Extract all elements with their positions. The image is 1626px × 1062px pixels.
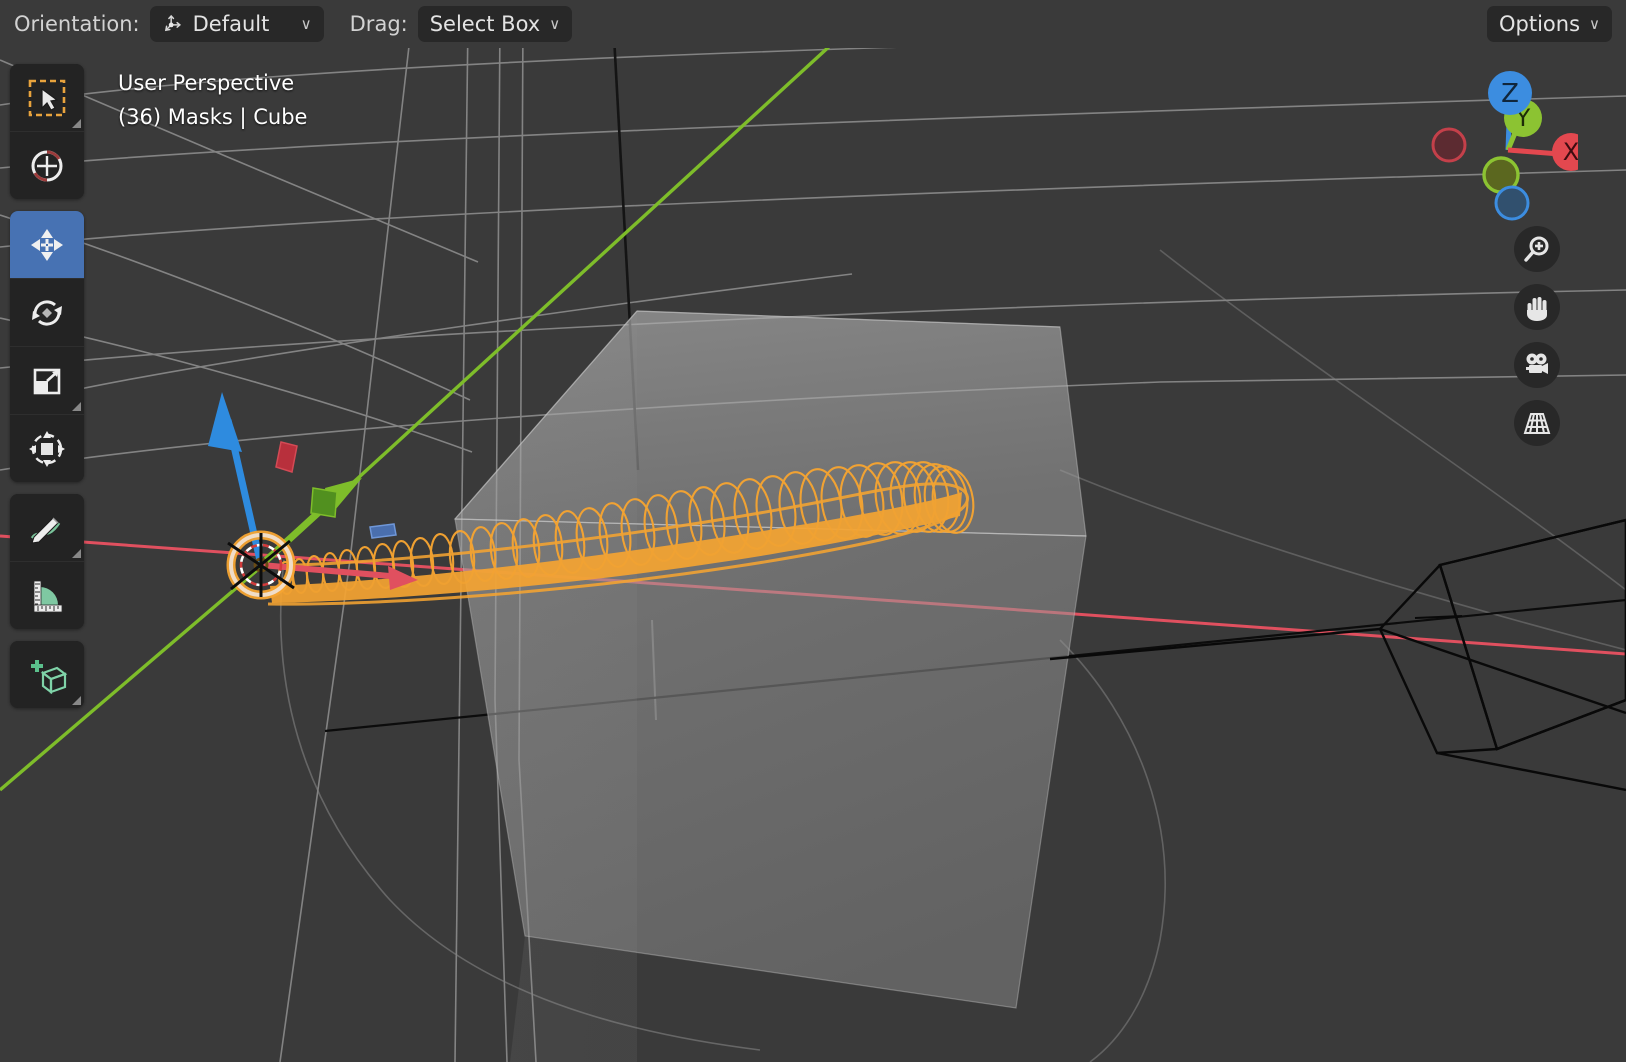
gizmo-ball-neg-z[interactable] bbox=[1494, 185, 1530, 221]
tool-expand-corner-icon[interactable] bbox=[72, 119, 81, 128]
gizmo-plane-xy-handle[interactable] bbox=[369, 523, 397, 539]
hand-icon bbox=[1527, 297, 1547, 321]
viewport-toolbar bbox=[10, 64, 84, 720]
cursor-tool[interactable] bbox=[10, 132, 84, 199]
camera-view-button[interactable] bbox=[1514, 342, 1560, 388]
grid-perspective-icon bbox=[1523, 413, 1551, 434]
navigation-gizmo[interactable]: Y Z X bbox=[1408, 60, 1590, 230]
gizmo-label-z: Z bbox=[1501, 79, 1519, 109]
orientation-value: Default bbox=[192, 12, 270, 36]
drag-dropdown[interactable]: Select Box ∨ bbox=[417, 6, 573, 42]
options-label: Options bbox=[1498, 12, 1581, 36]
zoom-button[interactable] bbox=[1514, 226, 1560, 272]
gizmo-label-x: X bbox=[1563, 138, 1578, 166]
scale-tool[interactable] bbox=[10, 347, 84, 415]
viewport-nav-buttons bbox=[1514, 226, 1560, 446]
chevron-down-icon: ∨ bbox=[549, 15, 561, 33]
tool-group-transform bbox=[10, 211, 84, 482]
cube-object[interactable] bbox=[453, 310, 1087, 1062]
magnifier-plus-icon bbox=[1524, 236, 1549, 262]
chevron-down-icon: ∨ bbox=[1589, 15, 1600, 33]
blender-3d-viewport: Orientation: Default ∨ Drag: Select Box … bbox=[0, 0, 1626, 1062]
chevron-down-icon: ∨ bbox=[300, 15, 312, 33]
viewport-canvas[interactable] bbox=[0, 0, 1626, 1062]
transform-tool[interactable] bbox=[10, 415, 84, 482]
move-tool[interactable] bbox=[10, 211, 84, 279]
tool-expand-corner-icon[interactable] bbox=[72, 696, 81, 705]
tool-group-add bbox=[10, 641, 84, 708]
viewport-header-bar: Orientation: Default ∨ Drag: Select Box … bbox=[0, 0, 1626, 48]
annotate-tool[interactable] bbox=[10, 494, 84, 562]
gizmo-ball-neg-x[interactable] bbox=[1431, 127, 1467, 163]
perspective-toggle-button[interactable] bbox=[1514, 400, 1560, 446]
camera-icon bbox=[1526, 353, 1548, 374]
orientation-dropdown[interactable]: Default ∨ bbox=[149, 6, 324, 42]
drag-value: Select Box bbox=[429, 12, 541, 36]
measure-tool[interactable] bbox=[10, 562, 84, 629]
select-box-tool[interactable] bbox=[10, 64, 84, 132]
options-dropdown[interactable]: Options ∨ bbox=[1486, 6, 1612, 42]
rotate-tool[interactable] bbox=[10, 279, 84, 347]
orientation-label: Orientation: bbox=[14, 12, 140, 36]
drag-label: Drag: bbox=[349, 12, 408, 36]
transform-orientation-icon bbox=[162, 13, 184, 35]
pan-button[interactable] bbox=[1514, 284, 1560, 330]
tool-group-select bbox=[10, 64, 84, 199]
tool-group-annotate bbox=[10, 494, 84, 629]
tool-expand-corner-icon[interactable] bbox=[72, 402, 81, 411]
add-cube-tool[interactable] bbox=[10, 641, 84, 708]
gizmo-plane-xz-handle[interactable] bbox=[310, 487, 338, 518]
tool-expand-corner-icon[interactable] bbox=[72, 549, 81, 558]
